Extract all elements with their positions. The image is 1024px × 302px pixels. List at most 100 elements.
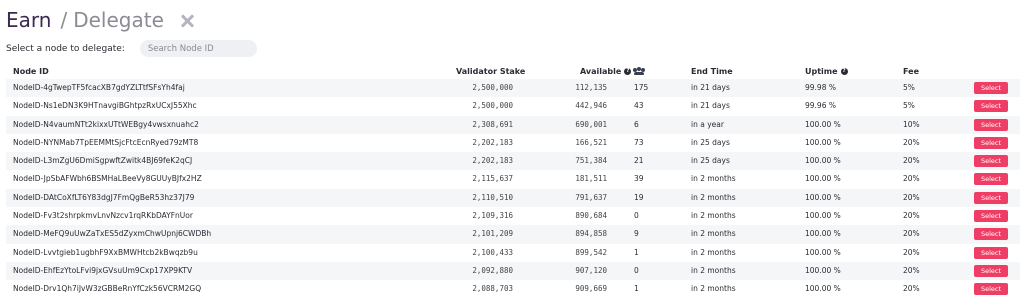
col-fee[interactable]: Fee: [903, 67, 919, 76]
table-row: NodeID-L3mZgU6DmiSgpwftZwitk4BJ69feK2qCJ…: [6, 152, 1020, 171]
cell-validator-stake: 2,110,510: [472, 192, 513, 202]
cell-delegators: 21: [634, 156, 644, 166]
cell-node-id: NodeID-Ns1eDN3K9HTnavgiBGhtpzRxUCxJ55Xhc: [13, 101, 197, 111]
col-uptime[interactable]: Uptime ?: [805, 67, 848, 76]
close-icon[interactable]: [180, 14, 194, 28]
cell-validator-stake: 2,101,209: [472, 229, 513, 239]
cell-validator-stake: 2,109,316: [472, 211, 513, 221]
cell-validator-stake: 2,202,183: [472, 156, 513, 166]
table-row: NodeID-NYNMab7TpEEMMtSjcFtcEcnRyed79zMT8…: [6, 134, 1020, 152]
cell-fee: 20%: [903, 174, 920, 184]
cell-available: 166,521: [575, 137, 607, 147]
cell-available: 899,542: [575, 247, 607, 257]
select-button[interactable]: Select: [974, 173, 1008, 186]
cell-available: 890,684: [575, 211, 607, 221]
cell-node-id: NodeID-Fv3t2shrpkmvLnvNzcv1rqRKbDAYFnUor: [13, 211, 193, 221]
cell-end-time: in 25 days: [691, 137, 730, 147]
cell-end-time: in 2 months: [691, 174, 736, 184]
cell-validator-stake: 2,202,183: [472, 137, 513, 147]
select-button[interactable]: Select: [974, 118, 1008, 131]
cell-available: 442,946: [575, 101, 607, 111]
cell-end-time: in 25 days: [691, 156, 730, 166]
table-row: NodeID-Lvvtgieb1ugbhF9XxBMWHtcb2kBwqzb9u…: [6, 244, 1020, 262]
cell-available: 690,001: [575, 119, 607, 129]
table-row: NodeID-Ns1eDN3K9HTnavgiBGhtpzRxUCxJ55Xhc…: [6, 97, 1020, 115]
col-available[interactable]: Available ?: [580, 67, 632, 76]
cell-uptime: 100.00 %: [805, 211, 841, 221]
cell-end-time: in 2 months: [691, 211, 736, 221]
cell-end-time: in 21 days: [691, 101, 730, 111]
cell-delegators: 0: [634, 265, 639, 275]
table-row: NodeID-4gTwepTF5fcacXB7gdYZLTtfSFsYh4faj…: [6, 79, 1020, 98]
cell-node-id: NodeID-MeFQ9uUwZaTxES5dZyxmChwUpnj6CWDBh: [13, 229, 212, 239]
cell-fee: 10%: [903, 119, 920, 129]
users-icon: [633, 67, 645, 75]
select-button[interactable]: Select: [974, 283, 1008, 296]
select-button[interactable]: Select: [974, 210, 1008, 223]
search-input[interactable]: [139, 40, 257, 57]
cell-fee: 20%: [903, 211, 920, 221]
cell-node-id: NodeID-NYNMab7TpEEMMtSjcFtcEcnRyed79zMT8: [13, 137, 199, 147]
select-button[interactable]: Select: [974, 155, 1008, 168]
cell-uptime: 100.00 %: [805, 174, 841, 184]
cell-available: 909,669: [575, 284, 607, 294]
cell-uptime: 100.00 %: [805, 229, 841, 239]
cell-uptime: 100.00 %: [805, 119, 841, 129]
table-row: NodeID-Fv3t2shrpkmvLnvNzcv1rqRKbDAYFnUor…: [6, 207, 1020, 225]
cell-available: 791,637: [575, 192, 607, 202]
cell-node-id: NodeID-4gTwepTF5fcacXB7gdYZLTtfSFsYh4faj: [13, 83, 185, 92]
col-available-label: Available: [580, 67, 622, 76]
cell-node-id: NodeID-Lvvtgieb1ugbhF9XxBMWHtcb2kBwqzb9u: [13, 247, 198, 257]
col-delegators[interactable]: [633, 67, 645, 75]
search-label: Select a node to delegate:: [6, 43, 125, 54]
select-button[interactable]: Select: [974, 246, 1008, 259]
page-subtitle: Delegate: [73, 8, 164, 32]
cell-uptime: 100.00 %: [805, 247, 841, 257]
select-button[interactable]: Select: [974, 82, 1008, 94]
cell-delegators: 6: [634, 119, 639, 129]
col-node-id[interactable]: Node ID: [13, 67, 49, 76]
select-button[interactable]: Select: [974, 191, 1008, 204]
cell-end-time: in 2 months: [691, 265, 736, 275]
cell-uptime: 100.00 %: [805, 156, 841, 166]
cell-fee: 20%: [903, 156, 920, 166]
cell-available: 907,120: [575, 265, 607, 275]
cell-fee: 5%: [903, 83, 915, 92]
cell-fee: 5%: [903, 101, 915, 111]
cell-end-time: in a year: [691, 119, 724, 129]
cell-validator-stake: 2,500,000: [472, 101, 513, 111]
info-icon[interactable]: ?: [840, 68, 848, 75]
cell-fee: 20%: [903, 265, 920, 275]
breadcrumb-separator: /: [60, 8, 68, 32]
select-button[interactable]: Select: [974, 264, 1008, 277]
cell-delegators: 73: [634, 137, 644, 147]
cell-validator-stake: 2,115,637: [472, 174, 513, 184]
cell-node-id: NodeID-N4vaumNTt2kixxUTtWEBgy4vwsxnuahc2: [13, 119, 199, 129]
cell-validator-stake: 2,092,880: [472, 265, 513, 275]
cell-end-time: in 2 months: [691, 284, 736, 294]
cell-uptime: 100.00 %: [805, 192, 841, 202]
cell-available: 894,858: [575, 229, 607, 239]
cell-available: 112,135: [575, 83, 607, 92]
cell-fee: 20%: [903, 192, 920, 202]
cell-fee: 20%: [903, 284, 920, 294]
select-button[interactable]: Select: [974, 228, 1008, 241]
col-end-time[interactable]: End Time: [691, 67, 733, 76]
select-button[interactable]: Select: [974, 100, 1008, 113]
select-button[interactable]: Select: [974, 136, 1008, 149]
cell-node-id: NodeID-DAtCoXfLT6Y83dgJ7FmQgBeR53hz37J79: [13, 192, 195, 202]
cell-fee: 20%: [903, 137, 920, 147]
table-row: NodeID-JpSbAFWbh6BSMHaLBeeVy8GUUyBJfx2HZ…: [6, 170, 1020, 188]
table-header: Node ID Validator Stake Available ? End …: [6, 66, 1020, 79]
table-row: NodeID-N4vaumNTt2kixxUTtWEBgy4vwsxnuahc2…: [6, 115, 1020, 134]
cell-uptime: 99.96 %: [805, 101, 836, 111]
cell-delegators: 43: [634, 101, 644, 111]
search-bar: Select a node to delegate:: [6, 40, 257, 57]
col-validator-stake[interactable]: Validator Stake: [456, 67, 525, 76]
page-title: Earn: [6, 8, 52, 32]
cell-end-time: in 2 months: [691, 229, 736, 239]
cell-available: 181,511: [575, 174, 607, 184]
info-icon[interactable]: ?: [624, 68, 632, 75]
cell-uptime: 100.00 %: [805, 137, 841, 147]
page-header: Earn / Delegate: [6, 8, 194, 32]
